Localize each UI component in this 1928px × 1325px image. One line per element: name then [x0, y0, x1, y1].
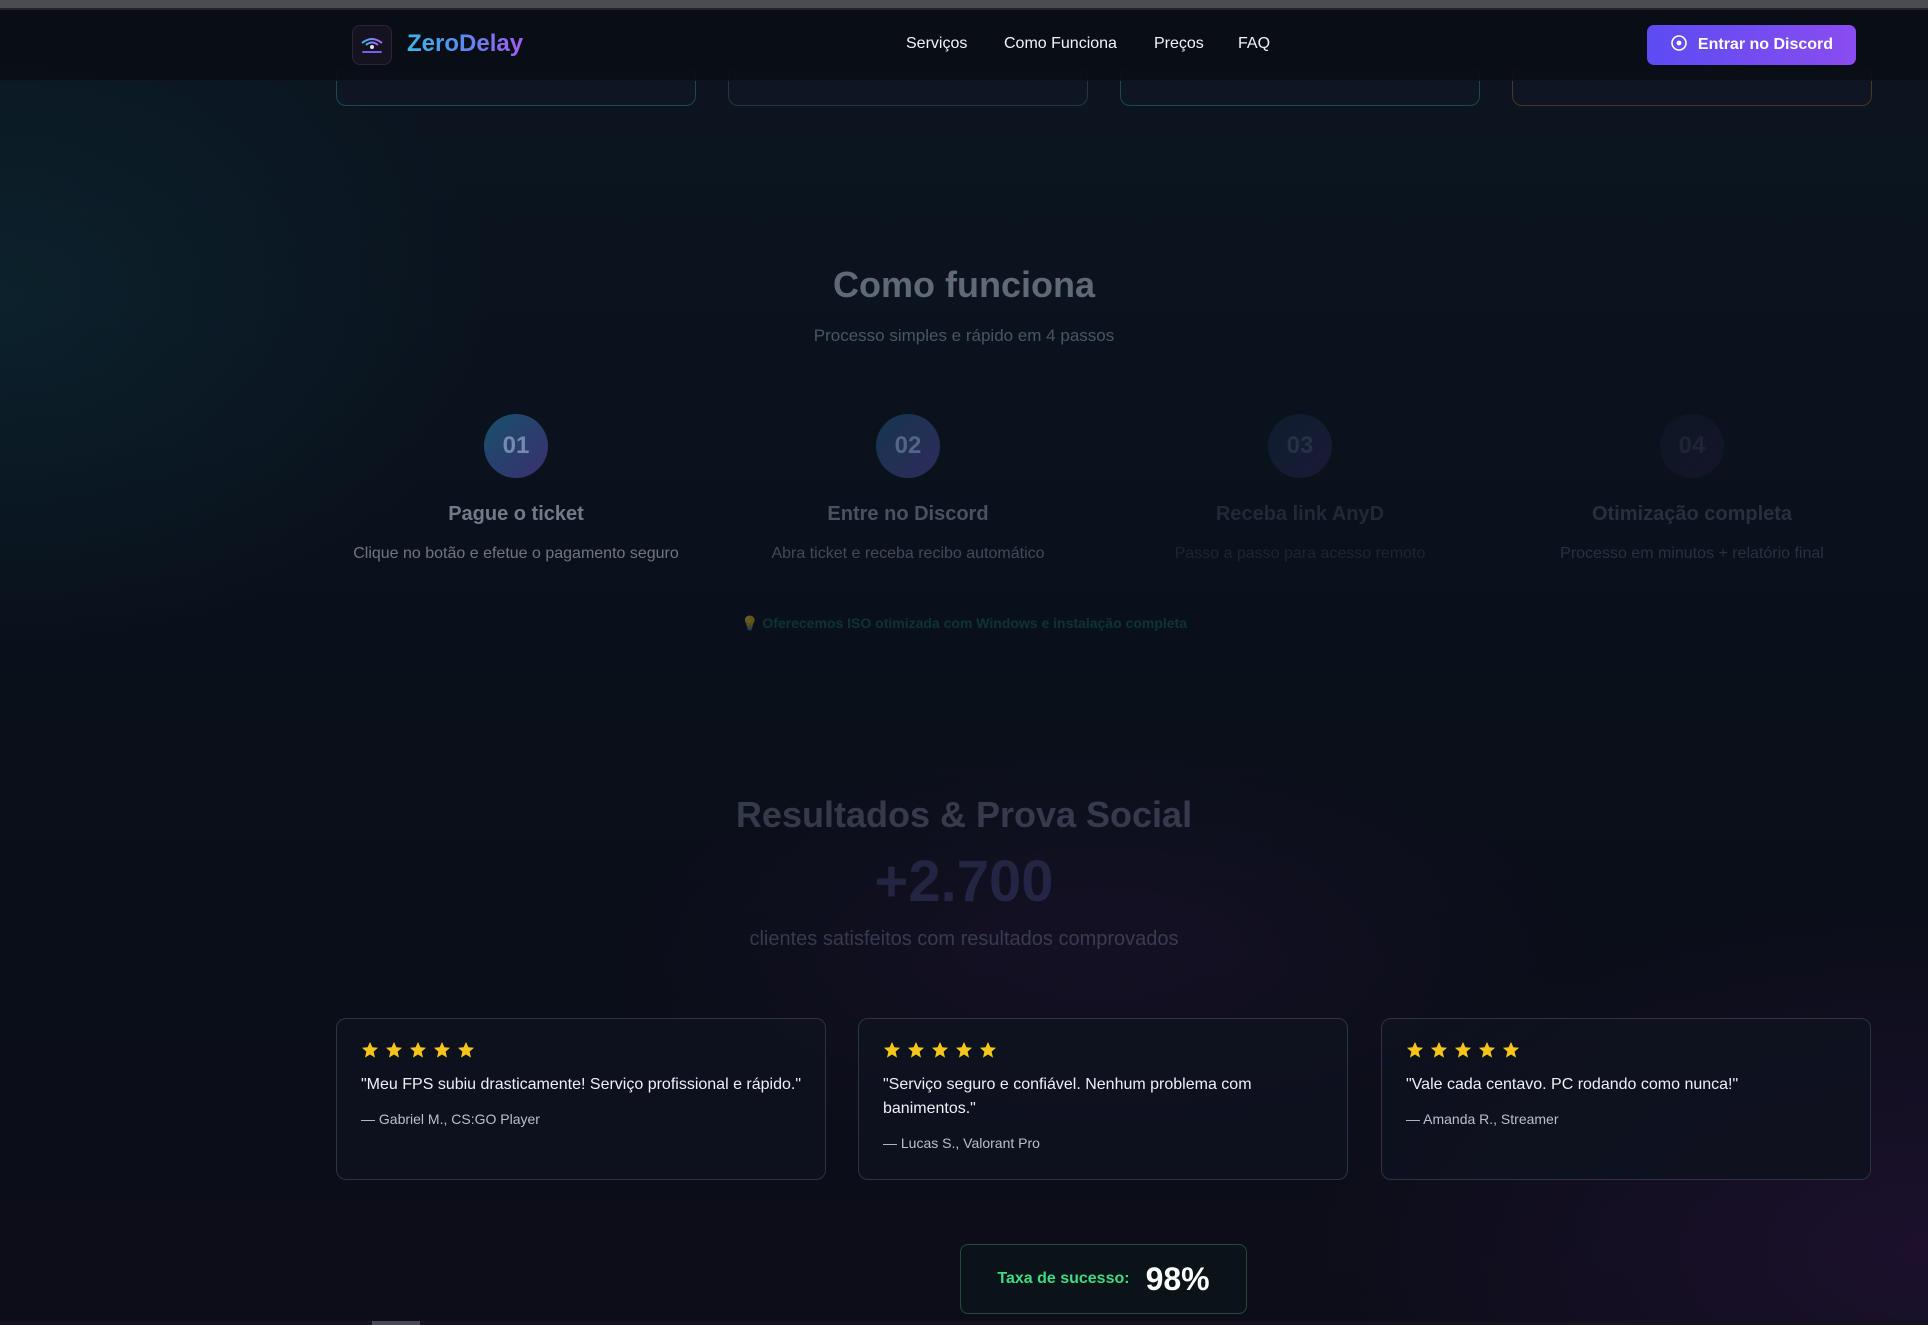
discord-icon	[1670, 34, 1688, 57]
step-4-title: Otimização completa	[1591, 503, 1793, 525]
star-icon	[1406, 1041, 1424, 1058]
testimonial-author: — Amanda R., Streamer	[1406, 1111, 1559, 1127]
results-title: Resultados & Prova Social	[735, 794, 1193, 835]
star-icon	[409, 1041, 427, 1058]
rating-stars	[883, 1041, 1323, 1059]
step-3-title: Receba link AnyD	[1215, 503, 1385, 525]
lightbulb-icon: 💡	[741, 615, 759, 631]
star-icon	[979, 1041, 997, 1058]
rating-stars	[1406, 1041, 1846, 1059]
star-icon	[955, 1041, 973, 1058]
browser-top-strip	[0, 0, 1928, 8]
success-rate-value: 98%	[1145, 1260, 1210, 1297]
step-4-desc: Processo em minutos + relatório final	[1560, 545, 1824, 562]
site-header: ZeroDelay Serviços Como Funciona Preços …	[0, 10, 1928, 81]
star-icon	[433, 1041, 451, 1058]
star-icon	[361, 1041, 379, 1058]
discord-button-label: Entrar no Discord	[1697, 36, 1834, 53]
discord-button[interactable]: Entrar no Discord	[1647, 25, 1856, 65]
tip-text: Oferecemos ISO otimizada com Windows e i…	[762, 615, 1187, 631]
step-2-desc: Abra ticket e receba recibo automático	[771, 545, 1045, 562]
nav-como-funciona[interactable]: Como Funciona	[1004, 35, 1117, 53]
star-icon	[1502, 1041, 1520, 1058]
nav-faq[interactable]: FAQ	[1238, 35, 1270, 53]
nav-precos[interactable]: Preços	[1154, 35, 1204, 53]
testimonial-quote: "Meu FPS subiu drasticamente! Serviço pr…	[361, 1076, 802, 1093]
step-2-title: Entre no Discord	[827, 503, 989, 525]
testimonial-author: — Lucas S., Valorant Pro	[883, 1135, 1040, 1151]
testimonial-quote: "Vale cada centavo. PC rodando como nunc…	[1406, 1076, 1739, 1093]
star-icon	[907, 1041, 925, 1058]
star-icon	[883, 1041, 901, 1058]
step-1-desc: Clique no botão e efetue o pagamento seg…	[353, 545, 679, 562]
star-icon	[1454, 1041, 1472, 1058]
tip-banner: 💡 Oferecemos ISO otimizada com Windows e…	[0, 615, 1928, 632]
step-1-title: Pague o ticket	[448, 503, 584, 525]
how-title: Como funciona	[833, 264, 1095, 305]
success-rate-badge: Taxa de sucesso: 98%	[960, 1244, 1247, 1314]
step-1-number: 01	[484, 414, 548, 478]
results-count-label: clientes satisfeitos com resultados comp…	[749, 928, 1179, 950]
testimonial-card: "Vale cada centavo. PC rodando como nunc…	[1381, 1018, 1871, 1180]
testimonial-card: "Serviço seguro e confiável. Nenhum prob…	[858, 1018, 1348, 1180]
horizontal-scrollbar[interactable]	[0, 1321, 1928, 1325]
results-count: +2.700	[874, 849, 1054, 914]
brand-name[interactable]: ZeroDelay	[407, 30, 523, 58]
testimonial-author: — Gabriel M., CS:GO Player	[361, 1111, 540, 1127]
testimonial-quote: "Serviço seguro e confiável. Nenhum prob…	[883, 1076, 1252, 1117]
star-icon	[457, 1041, 475, 1058]
star-icon	[1430, 1041, 1448, 1058]
star-icon	[931, 1041, 949, 1058]
how-subtitle: Processo simples e rápido em 4 passos	[813, 326, 1115, 345]
rating-stars	[361, 1041, 801, 1059]
scrollbar-thumb[interactable]	[372, 1321, 420, 1325]
zerodelay-logo-icon[interactable]	[352, 25, 392, 65]
star-icon	[385, 1041, 403, 1058]
step-3-number: 03	[1268, 414, 1332, 478]
nav-servicos[interactable]: Serviços	[906, 35, 967, 53]
step-2-number: 02	[876, 414, 940, 478]
step-3-desc: Passo a passo para acesso remoto	[1174, 545, 1426, 562]
testimonial-card: "Meu FPS subiu drasticamente! Serviço pr…	[336, 1018, 826, 1180]
star-icon	[1478, 1041, 1496, 1058]
success-rate-label: Taxa de sucesso:	[997, 1270, 1130, 1287]
step-4-number: 04	[1660, 414, 1724, 478]
